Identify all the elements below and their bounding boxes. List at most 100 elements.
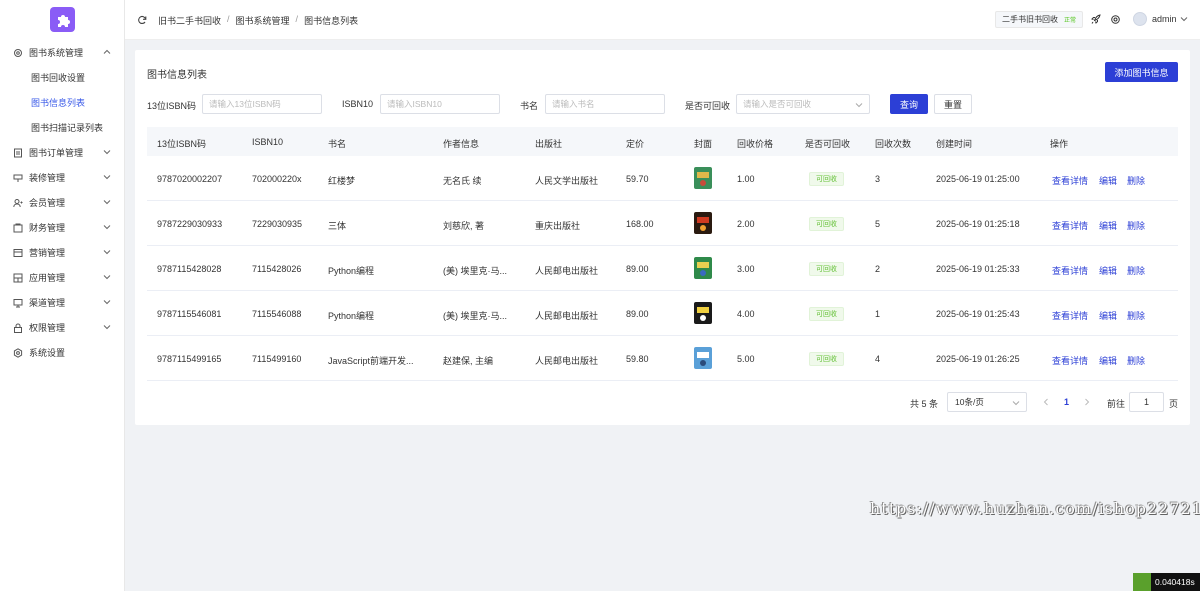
sidebar-item-marketing[interactable]: 营销管理	[0, 240, 125, 265]
cover-book-2[interactable]	[690, 209, 716, 237]
cover-book-4[interactable]	[690, 299, 716, 327]
reset-button[interactable]: 重置	[934, 94, 972, 114]
sidebar-item-decoration[interactable]: 装修管理	[0, 165, 125, 190]
sidebar-subitem-scan-records[interactable]: 图书扫描记录列表	[0, 115, 125, 140]
delete-button[interactable]: 删除	[1127, 219, 1145, 232]
edit-button[interactable]: 编辑	[1099, 309, 1117, 322]
edit-button[interactable]: 编辑	[1099, 219, 1117, 232]
add-book-button[interactable]: 添加图书信息	[1105, 62, 1178, 82]
cell-isbn13: 9787115428028	[157, 264, 222, 274]
cell-recycle-price: 1.00	[737, 174, 755, 184]
delete-button[interactable]: 删除	[1127, 309, 1145, 322]
table-row: 9787229030933 7229030935 三体 刘慈欣, 著 重庆出版社 168.…	[147, 201, 1178, 246]
table-row: 9787115499165 7115499160 JavaScript前端开发...…	[147, 336, 1178, 381]
recyclable-label: 是否可回收	[685, 101, 731, 111]
sidebar-item-channels[interactable]: 渠道管理	[0, 290, 125, 315]
view-detail-button[interactable]: 查看详情	[1052, 309, 1088, 322]
edit-button[interactable]: 编辑	[1099, 174, 1117, 187]
cell-isbn13: 9787115499165	[157, 354, 222, 364]
cell-title: JavaScript前端开发...	[328, 356, 414, 366]
breadcrumb-separator: /	[295, 14, 299, 24]
cover-book-1[interactable]	[690, 164, 716, 192]
edit-button[interactable]: 编辑	[1099, 354, 1117, 367]
recyclable-badge: 可回收	[809, 217, 844, 231]
cell-count: 5	[875, 219, 881, 229]
refresh-icon[interactable]	[137, 15, 147, 25]
edit-button[interactable]: 编辑	[1099, 264, 1117, 277]
cell-created: 2025-06-19 01:26:25	[936, 354, 1020, 364]
isbn10-input[interactable]: 请输入ISBN10	[380, 94, 500, 114]
logo[interactable]	[50, 7, 75, 32]
rocket-icon[interactable]	[1090, 14, 1101, 25]
document-icon	[13, 148, 23, 158]
cell-isbn13: 9787020002207	[157, 174, 223, 184]
query-button[interactable]: 查询	[890, 94, 928, 114]
cell-author: 赵建保, 主编	[443, 356, 494, 366]
sidebar-item-book-system[interactable]: 图书系统管理	[0, 40, 125, 65]
sidebar-item-label: 营销管理	[29, 248, 66, 258]
chevron-down-icon	[103, 250, 111, 255]
sidebar: 图书系统管理 图书回收设置 图书信息列表 图书扫描记录列表 图书订单管理 装修管…	[0, 0, 125, 591]
view-detail-button[interactable]: 查看详情	[1052, 219, 1088, 232]
cell-created: 2025-06-19 01:25:33	[936, 264, 1020, 274]
cell-publisher: 人民邮电出版社	[535, 311, 599, 321]
chevron-down-icon	[103, 225, 111, 230]
cell-price: 89.00	[626, 264, 649, 274]
cell-price: 59.70	[626, 174, 649, 184]
sidebar-subitem-book-list[interactable]: 图书信息列表	[0, 90, 125, 115]
cell-publisher: 人民邮电出版社	[535, 356, 599, 366]
view-detail-button[interactable]: 查看详情	[1052, 354, 1088, 367]
next-page-icon[interactable]	[1083, 398, 1091, 406]
title-label: 书名	[520, 101, 539, 111]
sidebar-item-system-settings[interactable]: 系统设置	[0, 340, 125, 365]
sidebar-item-orders[interactable]: 图书订单管理	[0, 140, 125, 165]
avatar[interactable]	[1133, 12, 1147, 26]
content-card: 图书信息列表 添加图书信息 13位ISBN码 请输入13位ISBN码 ISBN1…	[135, 50, 1190, 425]
sidebar-item-members[interactable]: 会员管理	[0, 190, 125, 215]
title-input[interactable]: 请输入书名	[545, 94, 665, 114]
column-header: 是否可回收	[805, 139, 851, 149]
delete-button[interactable]: 删除	[1127, 264, 1145, 277]
breadcrumb-item[interactable]: 图书系统管理	[236, 14, 290, 27]
breadcrumb-item[interactable]: 旧书二手书回收	[158, 14, 221, 27]
chevron-down-icon	[103, 200, 111, 205]
cover-book-3[interactable]	[690, 254, 716, 282]
column-header: 作者信息	[443, 139, 480, 149]
pagination-total: 共 5 条	[910, 399, 939, 409]
chevron-down-icon[interactable]	[1180, 15, 1188, 23]
prev-page-icon[interactable]	[1042, 398, 1050, 406]
view-detail-button[interactable]: 查看详情	[1052, 174, 1088, 187]
debug-timer-value: 0.040418s	[1155, 577, 1195, 587]
cell-author: 无名氏 续	[443, 176, 482, 186]
shop-selector[interactable]: 二手书旧书回收 正常	[995, 11, 1084, 28]
cell-count: 1	[875, 309, 881, 319]
sidebar-item-label: 权限管理	[29, 323, 66, 333]
ticket-icon	[13, 248, 23, 258]
sidebar-subitem-recycle-settings[interactable]: 图书回收设置	[0, 65, 125, 90]
delete-button[interactable]: 删除	[1127, 354, 1145, 367]
recyclable-select[interactable]: 请输入是否可回收	[736, 94, 870, 114]
isbn13-input[interactable]: 请输入13位ISBN码	[202, 94, 322, 114]
gear-icon[interactable]	[1110, 14, 1121, 25]
shop-status: 正常	[1064, 18, 1077, 24]
cell-count: 3	[875, 174, 881, 184]
chevron-down-icon	[103, 150, 111, 155]
view-detail-button[interactable]: 查看详情	[1052, 264, 1088, 277]
sidebar-item-label: 图书系统管理	[29, 48, 84, 58]
column-header: 出版社	[535, 139, 563, 149]
goto-page-input[interactable]: 1	[1129, 392, 1164, 412]
cover-book-5[interactable]	[690, 344, 716, 372]
sidebar-item-apps[interactable]: 应用管理	[0, 265, 125, 290]
page-size-select[interactable]: 10条/页	[947, 392, 1027, 412]
breadcrumb-item: 图书信息列表	[304, 16, 359, 26]
username[interactable]: admin	[1152, 14, 1177, 24]
cell-isbn10: 7115499160	[252, 354, 302, 364]
top-bar: 旧书二手书回收 / 图书系统管理 / 图书信息列表 二手书旧书回收 正常 adm…	[125, 0, 1200, 40]
sidebar-item-finance[interactable]: 财务管理	[0, 215, 125, 240]
cell-author: (美) 埃里克·马...	[443, 266, 507, 276]
page-number-current[interactable]: 1	[1064, 397, 1069, 407]
gear-icon	[13, 48, 23, 58]
sidebar-item-permissions[interactable]: 权限管理	[0, 315, 125, 340]
recyclable-select-placeholder: 请输入是否可回收	[743, 99, 812, 109]
delete-button[interactable]: 删除	[1127, 174, 1145, 187]
